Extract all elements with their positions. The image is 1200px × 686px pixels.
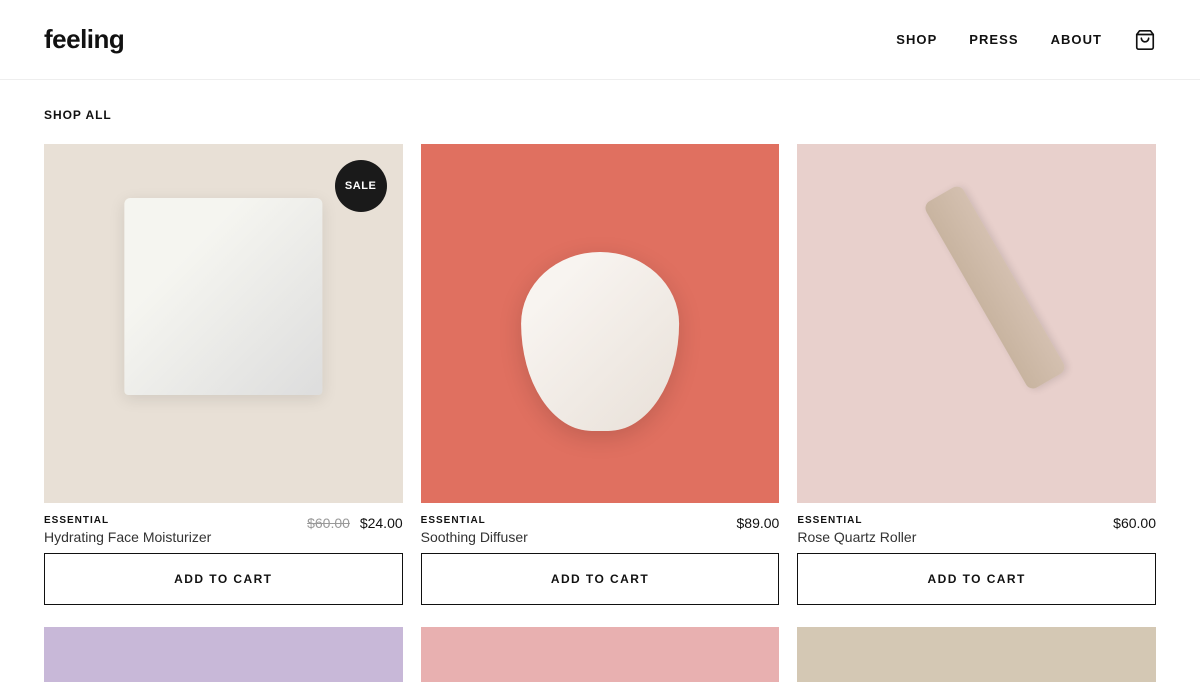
product-category-2: ESSENTIAL bbox=[421, 515, 737, 526]
product-meta-3: ESSENTIAL Rose Quartz Roller bbox=[797, 515, 1113, 545]
product-category-3: ESSENTIAL bbox=[797, 515, 1113, 526]
site-logo[interactable]: feeling bbox=[44, 24, 124, 55]
add-to-cart-button-1[interactable]: ADD TO CART bbox=[44, 553, 403, 605]
main-nav: SHOP PRESS ABOUT bbox=[896, 29, 1156, 51]
product-name-3: Rose Quartz Roller bbox=[797, 529, 1113, 545]
product-meta-1: ESSENTIAL Hydrating Face Moisturizer bbox=[44, 515, 307, 545]
product-price-2: $89.00 bbox=[737, 515, 780, 531]
cart-icon[interactable] bbox=[1134, 29, 1156, 51]
sale-badge-1: SALE bbox=[335, 160, 387, 212]
product-preview-6 bbox=[797, 627, 1156, 682]
product-price-3: $60.00 bbox=[1113, 515, 1156, 531]
product-image-1: SALE bbox=[44, 144, 403, 503]
price-regular-2: $89.00 bbox=[737, 515, 780, 531]
product-grid: SALE ESSENTIAL Hydrating Face Moisturize… bbox=[44, 144, 1156, 609]
product-info-2: ESSENTIAL Soothing Diffuser $89.00 bbox=[421, 503, 780, 553]
price-original-1: $60.00 bbox=[307, 515, 350, 531]
site-header: feeling SHOP PRESS ABOUT bbox=[0, 0, 1200, 80]
product-name-1: Hydrating Face Moisturizer bbox=[44, 529, 307, 545]
section-label: SHOP ALL bbox=[44, 108, 1156, 122]
nav-about[interactable]: ABOUT bbox=[1051, 32, 1102, 47]
nav-press[interactable]: PRESS bbox=[969, 32, 1018, 47]
price-regular-3: $60.00 bbox=[1113, 515, 1156, 531]
price-sale-1: $24.00 bbox=[360, 515, 403, 531]
product-grid-bottom-row bbox=[44, 627, 1156, 682]
product-name-2: Soothing Diffuser bbox=[421, 529, 737, 545]
product-card-2: ESSENTIAL Soothing Diffuser $89.00 ADD T… bbox=[421, 144, 780, 609]
product-image-2 bbox=[421, 144, 780, 503]
product-meta-2: ESSENTIAL Soothing Diffuser bbox=[421, 515, 737, 545]
product-info-1: ESSENTIAL Hydrating Face Moisturizer $60… bbox=[44, 503, 403, 553]
add-to-cart-button-2[interactable]: ADD TO CART bbox=[421, 553, 780, 605]
product-preview-5 bbox=[421, 627, 780, 682]
product-card-1: SALE ESSENTIAL Hydrating Face Moisturize… bbox=[44, 144, 403, 609]
product-category-1: ESSENTIAL bbox=[44, 515, 307, 526]
product-card-3: ESSENTIAL Rose Quartz Roller $60.00 ADD … bbox=[797, 144, 1156, 609]
main-content: SHOP ALL SALE ESSENTIAL Hydrating Face M… bbox=[0, 80, 1200, 682]
product-preview-4 bbox=[44, 627, 403, 682]
product-price-1: $60.00 $24.00 bbox=[307, 515, 403, 531]
add-to-cart-button-3[interactable]: ADD TO CART bbox=[797, 553, 1156, 605]
product-info-3: ESSENTIAL Rose Quartz Roller $60.00 bbox=[797, 503, 1156, 553]
nav-shop[interactable]: SHOP bbox=[896, 32, 937, 47]
product-image-3 bbox=[797, 144, 1156, 503]
